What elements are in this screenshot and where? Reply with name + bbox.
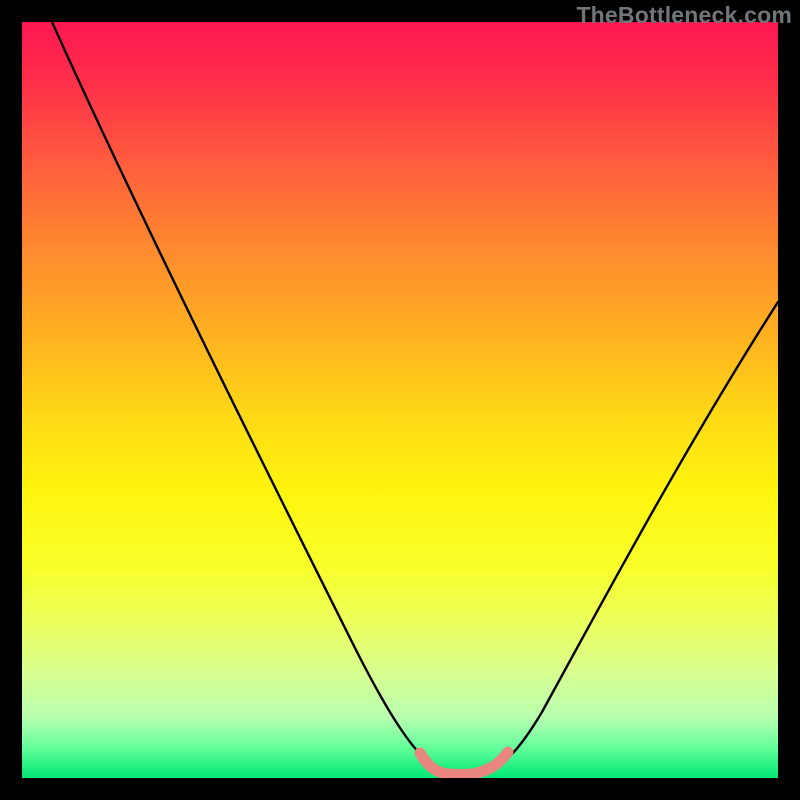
- chart-svg: [22, 22, 778, 778]
- chart-stage: TheBottleneck.com: [0, 0, 800, 800]
- bottleneck-curve-line: [52, 22, 778, 773]
- chart-plot-area: [22, 22, 778, 778]
- watermark-text: TheBottleneck.com: [576, 2, 792, 29]
- optimal-zone-marker: [420, 752, 508, 775]
